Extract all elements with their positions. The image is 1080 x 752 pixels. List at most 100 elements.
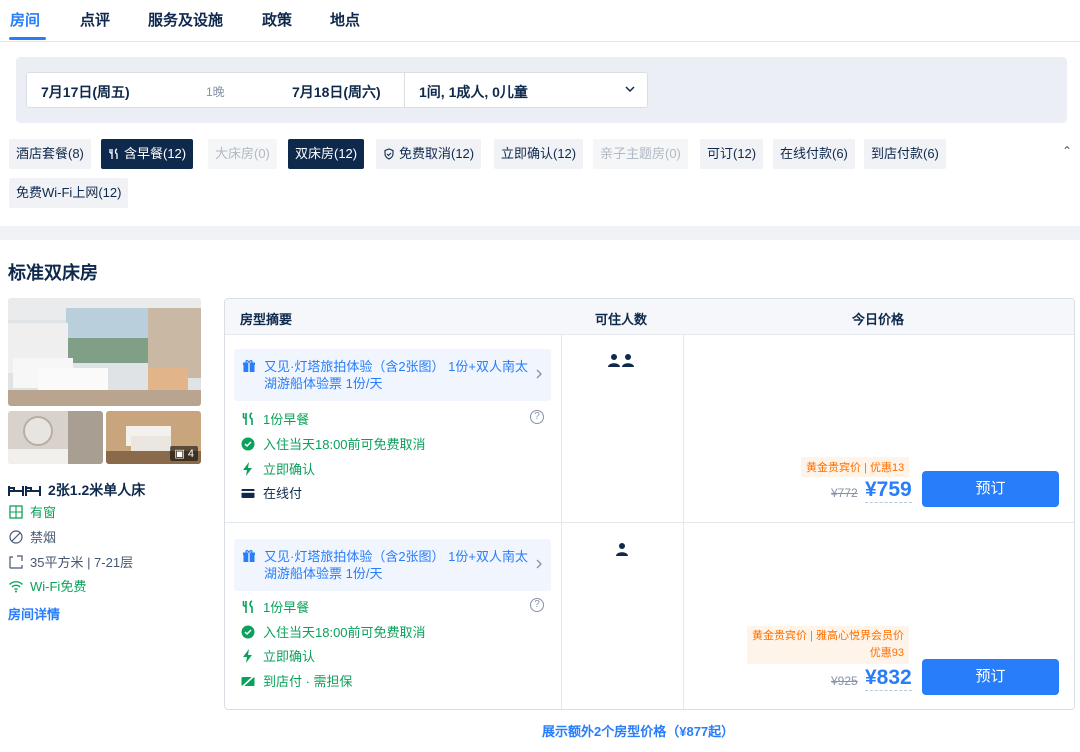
guest-selector[interactable]: 1间, 1成人, 0儿童: [419, 82, 528, 102]
checkout-date[interactable]: 7月18日(周六): [292, 82, 381, 102]
credit-card-icon: [241, 488, 255, 498]
one-guest-icon: [616, 543, 628, 561]
collapse-caret-icon[interactable]: ⌃: [1062, 144, 1072, 158]
room-details-link[interactable]: 房间详情: [8, 604, 60, 623]
perk-label: 入住当天18:00前可免费取消: [263, 625, 426, 640]
wifi-icon: [9, 580, 23, 592]
search-panel: 7月17日(周五) 1晚 7月18日(周六) 1间, 1成人, 0儿童: [16, 57, 1067, 123]
date-guest-selector: 7月17日(周五) 1晚 7月18日(周六) 1间, 1成人, 0儿童: [26, 72, 648, 108]
room-photo-main[interactable]: [8, 298, 201, 406]
filter-pay-at-hotel[interactable]: 到店付款(6): [864, 139, 946, 169]
package-text: 又见·灯塔旅拍体验（含2张图） 1份+双人南太湖游船体验票 1份/天: [264, 549, 528, 581]
show-more-rates-link[interactable]: 展示额外2个房型价格（¥877起）: [542, 721, 734, 740]
lightning-icon: [243, 648, 252, 663]
chevron-right-icon: [536, 559, 542, 569]
divider: [404, 73, 405, 107]
tab-facilities[interactable]: 服务及设施: [148, 9, 223, 30]
two-guests-icon: [608, 354, 634, 372]
perk-free-cancel: 入住当天18:00前可免费取消: [241, 622, 426, 641]
utensils-icon: [242, 411, 253, 425]
feature-label: 禁烟: [30, 530, 57, 545]
rate-table: 房型摘要 可住人数 今日价格 又见·灯塔旅拍体验（含2张图） 1份+双人南太湖游…: [224, 298, 1075, 710]
lightning-icon: [243, 461, 252, 476]
checkin-date[interactable]: 7月17日(周五): [41, 82, 130, 102]
header-room-summary: 房型摘要: [240, 312, 293, 327]
check-circle-icon: [241, 625, 255, 638]
feature-window: 有窗: [8, 502, 56, 521]
table-header: 房型摘要 可住人数 今日价格: [225, 299, 1074, 335]
member-discount-badge: 黄金贵宾价 | 雅高心悦界会员价 优惠93: [747, 626, 909, 664]
perk-label: 入住当天18:00前可免费取消: [263, 437, 426, 452]
filter-breakfast[interactable]: 含早餐(12): [101, 139, 194, 169]
current-price: ¥759: [865, 478, 912, 503]
tab-policies[interactable]: 政策: [262, 9, 292, 30]
perk-free-cancel: 入住当天18:00前可免费取消: [241, 434, 426, 453]
chevron-down-icon[interactable]: [623, 82, 637, 96]
filter-available[interactable]: 可订(12): [700, 139, 764, 169]
original-price: ¥772: [831, 486, 858, 500]
tab-rooms[interactable]: 房间: [10, 9, 40, 30]
filter-label: 含早餐(12): [124, 146, 187, 161]
no-prepay-icon: [241, 674, 255, 688]
package-text: 又见·灯塔旅拍体验（含2张图） 1份+双人南太湖游船体验票 1份/天: [264, 359, 528, 391]
perk-label: 立即确认: [263, 649, 316, 664]
feature-wifi: Wi-Fi免费: [8, 576, 86, 595]
filter-free-cancel[interactable]: 免费取消(12): [376, 139, 482, 169]
original-price: ¥925: [831, 674, 858, 688]
filter-free-wifi[interactable]: 免费Wi-Fi上网(12): [9, 178, 129, 208]
perk-breakfast: 1份早餐: [241, 597, 309, 616]
promo-label: 黄金贵宾价 | 雅高心悦界会员价: [752, 630, 904, 642]
room-photo-detail[interactable]: ▣ 4: [106, 411, 201, 464]
book-button[interactable]: 预订: [922, 471, 1059, 507]
utensils-icon: [242, 599, 253, 613]
nights-count: 1晚: [206, 85, 225, 99]
perk-label: 到店付 · 需担保: [263, 674, 353, 689]
tab-bar: 房间 点评 服务及设施 政策 地点: [0, 0, 1080, 42]
filter-twin-bed[interactable]: 双床房(12): [288, 139, 365, 169]
perk-instant-confirm: 立即确认: [241, 646, 315, 665]
book-button[interactable]: 预订: [922, 659, 1059, 695]
gift-icon: [243, 359, 255, 372]
bed-type: 2张1.2米单人床: [48, 482, 146, 498]
perk-label: 1份早餐: [263, 600, 310, 615]
photo-count: 4: [187, 448, 194, 460]
room-photo-bathroom[interactable]: [8, 411, 103, 464]
package-offer[interactable]: 又见·灯塔旅拍体验（含2张图） 1份+双人南太湖游船体验票 1份/天: [234, 539, 551, 591]
section-divider: [0, 226, 1080, 240]
feature-label: Wi-Fi免费: [30, 579, 87, 594]
feature-label: 有窗: [30, 505, 57, 520]
header-price: 今日价格: [852, 312, 905, 327]
filter-instant-confirm[interactable]: 立即确认(12): [494, 139, 584, 169]
filter-pay-online[interactable]: 在线付款(6): [773, 139, 855, 169]
twin-bed-icon: [8, 486, 41, 496]
feature-area-floor: 35平方米 | 7-21层: [8, 552, 133, 571]
perk-pay-online: 在线付: [241, 483, 302, 502]
perk-label: 立即确认: [263, 462, 316, 477]
feature-no-smoking: 禁烟: [8, 527, 56, 546]
bed-info: 2张1.2米单人床: [8, 480, 145, 500]
no-smoking-icon: [9, 529, 23, 544]
active-tab-indicator: [9, 37, 46, 40]
info-icon[interactable]: ?: [530, 598, 544, 612]
tab-location[interactable]: 地点: [330, 9, 360, 30]
feature-label: 35平方米 | 7-21层: [30, 555, 134, 570]
perk-breakfast: 1份早餐: [241, 409, 309, 428]
filter-family-theme[interactable]: 亲子主题房(0): [593, 139, 688, 169]
row-divider: [225, 522, 1074, 523]
header-occupancy: 可住人数: [595, 312, 648, 327]
info-icon[interactable]: ?: [530, 410, 544, 424]
image-icon: ▣: [174, 448, 185, 460]
filter-label: 免费取消(12): [399, 146, 475, 161]
perk-pay-at-hotel: 到店付 · 需担保: [241, 671, 353, 690]
filter-queen-bed[interactable]: 大床房(0): [208, 139, 277, 169]
current-price: ¥832: [865, 666, 912, 691]
perk-label: 1份早餐: [263, 412, 310, 427]
package-offer[interactable]: 又见·灯塔旅拍体验（含2张图） 1份+双人南太湖游船体验票 1份/天: [234, 349, 551, 401]
window-icon: [9, 504, 23, 519]
chevron-right-icon: [536, 369, 542, 379]
ruler-icon: [9, 554, 23, 569]
filter-package[interactable]: 酒店套餐(8): [9, 139, 91, 169]
check-circle-icon: [241, 437, 255, 450]
tab-reviews[interactable]: 点评: [80, 9, 110, 30]
utensils-icon: [109, 148, 118, 159]
